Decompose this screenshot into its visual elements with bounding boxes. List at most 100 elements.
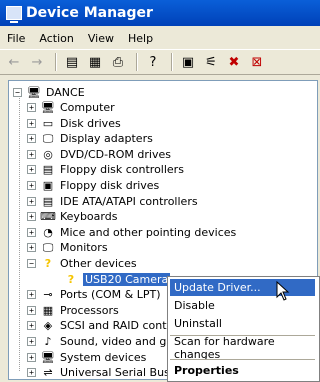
expand-toggle[interactable]: + (27, 352, 36, 362)
tree-category[interactable]: + ◎ DVD/CD-ROM drives (27, 147, 171, 162)
properties-button[interactable]: ▦ (85, 52, 105, 72)
menu-uninstall[interactable]: Uninstall (170, 315, 315, 332)
tree-item-label: Floppy disk controllers (60, 163, 184, 177)
expand-toggle[interactable]: + (27, 243, 36, 253)
controller-icon: ▤ (42, 194, 54, 208)
display-adapter-icon: 🖵 (42, 131, 54, 145)
cdrom-icon: ◎ (43, 147, 53, 161)
scsi-icon: ◈ (43, 319, 53, 333)
toolbar-separator (136, 53, 138, 71)
tree-category[interactable]: + ⌨ Keyboards (27, 209, 117, 224)
context-menu: Update Driver... Disable Uninstall Scan … (167, 276, 320, 382)
expand-toggle[interactable]: + (27, 165, 36, 175)
expand-toggle[interactable]: + (27, 321, 36, 331)
tree-item-label: Ports (COM & LPT) (60, 288, 161, 302)
print-button[interactable]: ⎙ (108, 52, 128, 72)
expand-toggle[interactable]: + (27, 134, 36, 144)
menu-bar: File Action View Help (0, 28, 320, 48)
expand-toggle[interactable]: + (27, 196, 36, 206)
expand-toggle[interactable]: + (27, 212, 36, 222)
tree-item-label: Mice and other pointing devices (60, 225, 237, 239)
tree-item-label: Keyboards (60, 210, 118, 224)
expand-toggle[interactable]: + (27, 103, 36, 112)
update-driver-button[interactable]: ⚟ (201, 52, 221, 72)
show-hide-tree-button[interactable]: ▤ (62, 52, 82, 72)
tree-item-label: Processors (60, 303, 119, 317)
collapse-toggle[interactable]: − (27, 259, 36, 268)
menu-properties[interactable]: Properties (170, 362, 315, 379)
tree-item-label: Disk drives (60, 116, 121, 130)
scan-hardware-button[interactable]: ▣ (178, 52, 198, 72)
tree-category[interactable]: + 🖵 Display adapters (27, 131, 153, 146)
tree-category[interactable]: + 🖥 Computer (27, 100, 115, 115)
tree-category[interactable]: −? Other devices (27, 256, 137, 271)
mouse-cursor-icon (276, 281, 290, 301)
title-bar: Device Manager (0, 0, 320, 26)
tree-item-label: Monitors (60, 241, 108, 255)
expand-toggle[interactable]: + (27, 227, 36, 237)
unknown-device-icon: ? (44, 257, 52, 270)
menu-disable[interactable]: Disable (170, 297, 315, 314)
menu-separator (170, 359, 315, 360)
computer-root-icon: 🖥 (27, 86, 41, 99)
system-device-icon: 🖥 (41, 350, 55, 364)
expand-toggle[interactable]: + (27, 181, 36, 190)
device-manager-icon (6, 6, 22, 23)
tree-category[interactable]: + ◔ Mice and other pointing devices (27, 225, 236, 240)
tree-item-label: System devices (60, 350, 147, 364)
menu-update-driver[interactable]: Update Driver... (170, 279, 315, 296)
sound-icon: ♪ (44, 335, 52, 348)
menu-scan-hardware[interactable]: Scan for hardware changes (170, 335, 315, 361)
floppy-icon: ▣ (42, 179, 54, 192)
back-button[interactable]: ← (4, 52, 24, 72)
tree-root[interactable]: − 🖥 DANCE (13, 85, 85, 100)
forward-button[interactable]: → (27, 52, 47, 72)
toolbar: ← → ▤ ▦ ⎙ ? ▣ ⚟ ✖ ⊠ (0, 49, 320, 75)
expand-toggle[interactable]: + (27, 149, 36, 159)
expand-toggle[interactable]: + (27, 305, 36, 315)
collapse-toggle[interactable]: − (13, 88, 22, 97)
tree-child-item[interactable]: ? USB20 Camera (63, 272, 171, 287)
disk-drive-icon: ▭ (42, 116, 54, 130)
computer-icon: 🖥 (41, 101, 55, 114)
toolbar-separator (171, 53, 173, 71)
keyboard-icon: ⌨ (40, 210, 56, 224)
menu-view[interactable]: View (81, 32, 121, 45)
disable-button[interactable]: ⊠ (247, 52, 267, 72)
tree-category[interactable]: + 🖵 Monitors (27, 240, 108, 255)
tree-item-label: IDE ATA/ATAPI controllers (60, 194, 198, 208)
mouse-icon: ◔ (43, 225, 53, 239)
processor-icon: ▦ (42, 303, 54, 317)
menu-action[interactable]: Action (32, 32, 80, 45)
tree-line (19, 93, 20, 371)
expand-toggle[interactable]: + (27, 118, 36, 128)
tree-category[interactable]: + ⊸ Ports (COM & LPT) (27, 287, 161, 302)
menu-help[interactable]: Help (121, 32, 160, 45)
tree-item-label: Floppy disk drives (60, 179, 160, 192)
usb-icon: ⇌ (43, 366, 53, 380)
tree-category[interactable]: + ▭ Disk drives (27, 116, 121, 131)
expand-toggle[interactable]: + (27, 337, 36, 346)
warning-device-icon: ? (67, 272, 75, 286)
tree-item-label: Display adapters (60, 132, 153, 146)
tree-category[interactable]: + 🖥 System devices (27, 350, 146, 365)
tree-item-label: USB20 Camera (83, 272, 171, 286)
menu-file[interactable]: File (0, 32, 32, 45)
tree-root-label: DANCE (46, 86, 85, 99)
window-title: Device Manager (26, 5, 153, 21)
tree-category[interactable]: + ▦ Processors (27, 303, 119, 318)
tree-category[interactable]: + ▤ IDE ATA/ATAPI controllers (27, 194, 198, 209)
tree-item-label: Other devices (60, 257, 137, 270)
tree-category[interactable]: + ▤ Floppy disk controllers (27, 162, 184, 177)
toolbar-separator (55, 53, 57, 71)
uninstall-button[interactable]: ✖ (224, 52, 244, 72)
controller-icon: ▤ (42, 163, 54, 177)
port-icon: ⊸ (43, 288, 53, 302)
tree-category[interactable]: + ▣ Floppy disk drives (27, 178, 159, 193)
monitor-icon: 🖵 (42, 240, 54, 254)
tree-item-label: DVD/CD-ROM drives (60, 147, 171, 161)
expand-toggle[interactable]: + (27, 368, 36, 378)
tree-item-label: Computer (60, 101, 115, 114)
help-button[interactable]: ? (143, 52, 163, 72)
expand-toggle[interactable]: + (27, 290, 36, 300)
